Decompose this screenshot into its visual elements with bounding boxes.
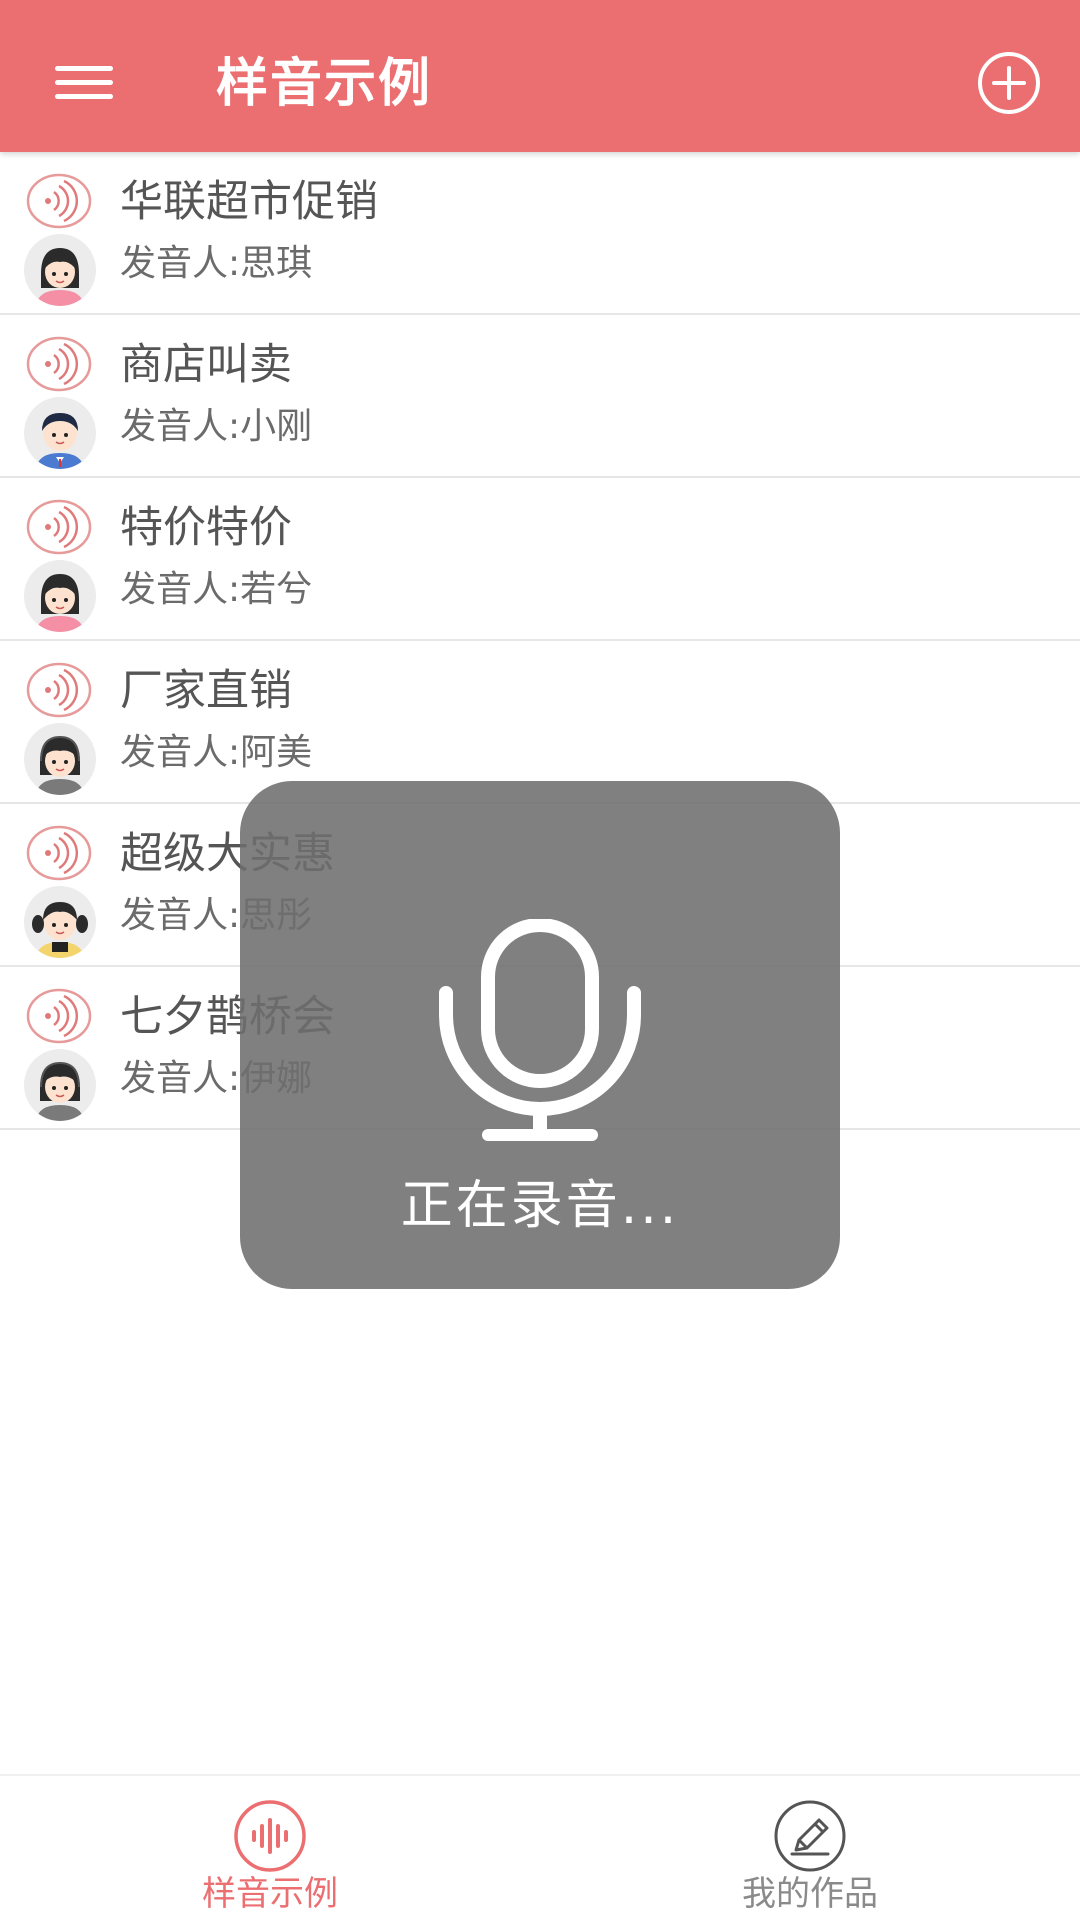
sound-play-icon [26, 336, 92, 392]
sound-wave-icon [234, 1800, 306, 1872]
app-header: 样音示例 [0, 0, 1080, 152]
add-circle-icon [978, 52, 1040, 114]
sound-play-icon [26, 662, 92, 718]
list-item[interactable]: 华联超市促销发音人:思琪 [0, 152, 1080, 315]
play-sample-button[interactable] [26, 987, 92, 1045]
microphone-icon [439, 919, 641, 1141]
girl-headset-avatar [36, 1061, 84, 1121]
avatar [24, 560, 96, 632]
hamburger-menu-icon [55, 66, 113, 99]
avatar [24, 723, 96, 795]
recording-label: 正在录音... [400, 1176, 680, 1236]
sound-play-icon [26, 499, 92, 555]
play-sample-button[interactable] [26, 335, 92, 393]
bottom-nav: 样音示例 我的作品 [0, 1774, 1080, 1920]
tab-samples[interactable]: 样音示例 [0, 1776, 540, 1920]
sound-play-icon [26, 173, 92, 229]
sound-play-icon [26, 825, 92, 881]
page-title: 样音示例 [216, 54, 433, 114]
sample-speaker: 发音人:阿美 [120, 732, 313, 773]
sample-title: 特价特价 [120, 503, 292, 553]
list-item[interactable]: 厂家直销发音人:阿美 [0, 641, 1080, 804]
sound-play-icon [26, 988, 92, 1044]
avatar [24, 1049, 96, 1121]
tab-my-works[interactable]: 我的作品 [540, 1776, 1080, 1920]
play-sample-button[interactable] [26, 172, 92, 230]
avatar [24, 397, 96, 469]
app-root: 样音示例 华联超市促销发音人:思琪商店叫卖发音人:小刚特价特价发音人:若兮厂家直… [0, 0, 1080, 1920]
play-sample-button[interactable] [26, 498, 92, 556]
sample-speaker: 发音人:若兮 [120, 569, 313, 610]
sample-speaker: 发音人:小刚 [120, 406, 313, 447]
play-sample-button[interactable] [26, 824, 92, 882]
girl-headset-avatar [36, 735, 84, 795]
recording-overlay: 正在录音... [240, 781, 840, 1289]
sample-title: 商店叫卖 [120, 340, 292, 390]
sample-speaker: 发音人:思琪 [120, 243, 313, 284]
menu-button[interactable] [40, 46, 130, 116]
add-button[interactable] [976, 50, 1042, 116]
girl-pink-avatar [36, 248, 84, 306]
list-item[interactable]: 商店叫卖发音人:小刚 [0, 315, 1080, 478]
girl-pink-avatar [36, 574, 84, 632]
girl-pigtails-avatar [32, 902, 88, 958]
boy-suit-avatar [36, 413, 84, 469]
sample-title: 厂家直销 [120, 666, 292, 716]
pencil-icon [774, 1800, 846, 1872]
avatar [24, 886, 96, 958]
avatar [24, 234, 96, 306]
list-item[interactable]: 特价特价发音人:若兮 [0, 478, 1080, 641]
tab-label: 样音示例 [202, 1874, 338, 1914]
play-sample-button[interactable] [26, 661, 92, 719]
tab-label: 我的作品 [742, 1874, 878, 1914]
sample-title: 华联超市促销 [120, 177, 378, 227]
